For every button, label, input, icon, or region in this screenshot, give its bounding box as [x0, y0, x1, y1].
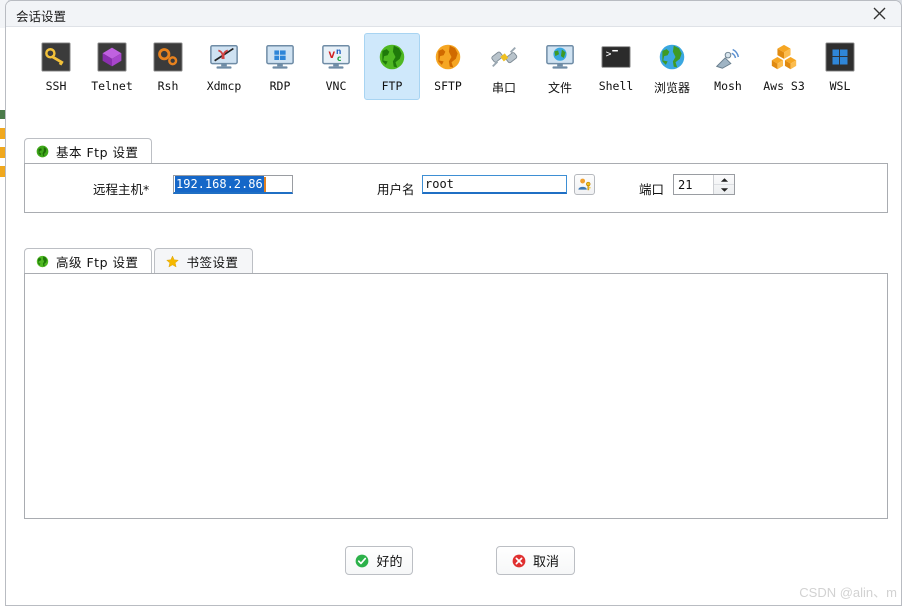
username-label: 用户名: [377, 182, 415, 197]
protocol-tile-ftp[interactable]: FTP: [364, 33, 420, 100]
port-label: 端口: [639, 182, 665, 197]
basic-tabstrip: 基本 Ftp 设置: [24, 137, 154, 164]
protocol-tile-label: Rsh: [157, 79, 179, 93]
protocol-tile-sftp[interactable]: SFTP: [420, 33, 476, 100]
chevron-up-icon: [720, 177, 728, 182]
svg-text:>: >: [606, 49, 612, 60]
protocol-tile-label: Shell: [598, 79, 634, 93]
cancel-button-label: 取消: [532, 555, 559, 570]
protocol-tile-label: Aws S3: [763, 79, 805, 93]
protocol-tile-ssh[interactable]: SSH: [28, 33, 84, 100]
text-caret: [263, 176, 266, 192]
gears-icon: [152, 41, 184, 73]
monitor-vnc-icon: V n c: [320, 41, 352, 73]
watermark: CSDN @alin、m: [799, 585, 897, 600]
cube-icon: [96, 41, 128, 73]
protocol-tile-aws-s3[interactable]: Aws S3: [756, 33, 812, 100]
check-circle-icon: [355, 554, 369, 568]
serial-plug-icon: [488, 41, 520, 73]
port-value: 21: [678, 177, 693, 192]
globe-green-icon: [36, 255, 49, 268]
protocol-tile-rdp[interactable]: RDP: [252, 33, 308, 100]
host-label: 远程主机*: [93, 182, 150, 197]
close-button[interactable]: [857, 1, 901, 26]
globe-orange-icon: [432, 41, 464, 73]
protocol-tile-mosh[interactable]: Mosh: [700, 33, 756, 100]
advanced-tabstrip: 高级 Ftp 设置 书签设置: [24, 247, 255, 274]
key-icon: [40, 41, 72, 73]
protocol-tile-文件[interactable]: 文件: [532, 33, 588, 103]
tab-advanced-0[interactable]: 高级 Ftp 设置: [24, 248, 153, 274]
ok-button-label: 好的: [376, 555, 403, 570]
credential-picker-button[interactable]: [574, 174, 595, 195]
port-increment-button[interactable]: [714, 175, 734, 185]
globe-green-icon: [376, 41, 408, 73]
tab-advanced-label: 高级 Ftp 设置: [56, 255, 139, 270]
protocol-tile-label: WSL: [829, 79, 851, 93]
tab-basic-label: 基本 Ftp 设置: [56, 145, 139, 160]
username-input[interactable]: [422, 175, 567, 194]
globe-blue-icon: [656, 41, 688, 73]
monitor-globe-icon: [544, 41, 576, 73]
host-input[interactable]: 192.168.2.86: [173, 175, 293, 194]
protocol-tile-label: FTP: [381, 79, 403, 93]
cancel-button[interactable]: 取消: [496, 546, 575, 575]
protocol-toolbar: SSH Telnet Rsh Xdmcp RDP V n c VNC FTP S…: [6, 28, 901, 111]
windows-icon: [824, 41, 856, 73]
protocol-tile-label: SFTP: [434, 79, 462, 93]
screen: 会话设置 SSH Telnet Rsh Xdmcp RDP V n c VNC …: [0, 0, 902, 606]
close-icon: [873, 7, 885, 20]
advanced-settings-panel: FTP会话: [24, 273, 888, 519]
ok-button[interactable]: 好的: [345, 546, 413, 575]
protocol-tile-wsl[interactable]: WSL: [812, 33, 868, 100]
protocol-tile-label: Xdmcp: [206, 79, 242, 93]
aws-cubes-icon: [768, 41, 800, 73]
globe-green-icon: [36, 145, 49, 158]
svg-text:c: c: [337, 54, 341, 63]
port-decrement-button[interactable]: [714, 185, 734, 194]
host-input-value: 192.168.2.86: [175, 176, 264, 192]
title-bar: 会话设置: [6, 1, 901, 27]
terminal-icon: >: [600, 41, 632, 73]
protocol-tile-串口[interactable]: 串口: [476, 33, 532, 103]
protocol-tile-label: 浏览器: [653, 81, 690, 95]
protocol-tile-label: RDP: [269, 79, 291, 93]
svg-text:V: V: [329, 50, 336, 60]
monitor-x-icon: [208, 41, 240, 73]
window-title: 会话设置: [16, 9, 67, 24]
monitor-windows-icon: [264, 41, 296, 73]
protocol-list: SSH Telnet Rsh Xdmcp RDP V n c VNC FTP S…: [6, 28, 901, 103]
satellite-icon: [712, 41, 744, 73]
tab-advanced-label: 书签设置: [186, 255, 239, 270]
protocol-tile-label: Mosh: [714, 79, 742, 93]
protocol-tile-label: 串口: [491, 81, 516, 95]
user-key-icon: [578, 178, 591, 191]
protocol-tile-label: VNC: [325, 79, 347, 93]
port-spinner[interactable]: 21: [673, 174, 735, 195]
protocol-tile-shell[interactable]: > Shell: [588, 33, 644, 100]
protocol-tile-label: SSH: [45, 79, 67, 93]
protocol-tile-rsh[interactable]: Rsh: [140, 33, 196, 100]
session-settings-dialog: 会话设置 SSH Telnet Rsh Xdmcp RDP V n c VNC …: [5, 0, 902, 606]
protocol-tile-label: Telnet: [91, 79, 133, 93]
tab-basic-ftp-settings[interactable]: 基本 Ftp 设置: [24, 138, 153, 164]
x-circle-icon: [512, 554, 526, 568]
protocol-tile-vnc[interactable]: V n c VNC: [308, 33, 364, 100]
star-icon: [166, 255, 180, 268]
protocol-tile-浏览器[interactable]: 浏览器: [644, 33, 700, 103]
tab-advanced-1[interactable]: 书签设置: [154, 248, 253, 274]
basic-settings-panel: 远程主机* 192.168.2.86 用户名 端口: [24, 163, 888, 213]
protocol-tile-telnet[interactable]: Telnet: [84, 33, 140, 100]
protocol-tile-label: 文件: [547, 81, 572, 95]
port-spinner-arrows: [713, 175, 734, 194]
basic-fields: 远程主机* 192.168.2.86 用户名 端口: [25, 164, 887, 212]
protocol-tile-xdmcp[interactable]: Xdmcp: [196, 33, 252, 100]
chevron-down-icon: [720, 187, 728, 192]
